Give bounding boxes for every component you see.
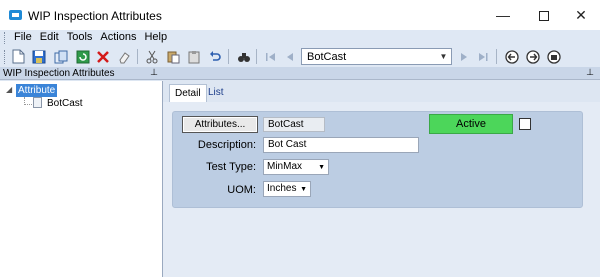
test-type-select[interactable]: MinMax ▼	[263, 159, 329, 175]
uom-select[interactable]: Inches ▼	[263, 181, 311, 197]
menu-edit[interactable]: Edit	[39, 31, 60, 43]
pin-icon[interactable]: ⊥	[586, 67, 594, 78]
last-record-icon[interactable]	[474, 48, 491, 65]
close-button[interactable]: ✕	[567, 5, 595, 25]
copy-icon[interactable]	[52, 48, 69, 65]
chevron-down-icon[interactable]: ▼	[300, 182, 307, 197]
pin-icon[interactable]: ⊥	[150, 67, 158, 78]
collapse-icon[interactable]: ◢	[6, 85, 12, 94]
status-badge: Active	[429, 114, 513, 134]
title-bar: WIP Inspection Attributes — ✕	[0, 0, 600, 30]
toolbar: BotCast ▼	[0, 46, 600, 67]
document-icon	[33, 97, 42, 108]
menu-actions[interactable]: Actions	[99, 31, 137, 43]
menu-grip[interactable]	[4, 32, 7, 44]
prev-record-icon[interactable]	[281, 48, 298, 65]
tree-root-attribute[interactable]: Attribute	[16, 84, 58, 97]
menu-bar: File Edit Tools Actions Help	[0, 30, 600, 46]
delete-icon[interactable]	[94, 48, 111, 65]
attributes-button[interactable]: Attributes...	[182, 116, 258, 133]
toolbar-grip[interactable]	[4, 50, 7, 64]
next-record-icon[interactable]	[455, 48, 472, 65]
paste-icon[interactable]	[164, 48, 181, 65]
app-icon	[9, 10, 22, 20]
clipboard-icon[interactable]	[185, 48, 202, 65]
save-icon[interactable]	[30, 48, 47, 65]
active-checkbox[interactable]	[519, 118, 531, 130]
minimize-button[interactable]: —	[489, 5, 517, 25]
left-pane-title: WIP Inspection Attributes	[3, 68, 115, 79]
refresh-icon[interactable]	[74, 48, 91, 65]
tree-item-botcast[interactable]: BotCast	[47, 98, 83, 109]
record-combo[interactable]: BotCast ▼	[301, 48, 452, 65]
home-icon[interactable]	[545, 48, 562, 65]
maximize-icon	[539, 11, 549, 22]
left-pane-header: WIP Inspection Attributes ⊥	[0, 67, 163, 80]
undo-icon[interactable]	[206, 48, 223, 65]
description-label: Description:	[197, 139, 256, 151]
new-icon[interactable]	[10, 48, 27, 65]
right-pane-header: ⊥	[163, 67, 600, 80]
tab-detail[interactable]: Detail	[169, 84, 207, 102]
attribute-tree: ◢ Attribute BotCast	[0, 81, 163, 277]
forward-icon[interactable]	[524, 48, 541, 65]
back-icon[interactable]	[503, 48, 520, 65]
chevron-down-icon[interactable]: ▼	[318, 160, 325, 175]
chevron-down-icon[interactable]: ▼	[437, 50, 450, 63]
cut-icon[interactable]	[143, 48, 160, 65]
menu-file[interactable]: File	[13, 31, 33, 43]
tab-list[interactable]: List	[203, 84, 229, 102]
description-field[interactable]: Bot Cast	[263, 137, 419, 153]
menu-tools[interactable]: Tools	[66, 31, 94, 43]
eraser-icon[interactable]	[115, 48, 132, 65]
binoculars-icon[interactable]	[235, 48, 252, 65]
menu-help[interactable]: Help	[143, 31, 168, 43]
uom-label: UOM:	[227, 184, 256, 196]
maximize-button[interactable]	[530, 5, 558, 25]
test-type-label: Test Type:	[206, 161, 256, 173]
uom-value: Inches	[267, 183, 297, 194]
test-type-value: MinMax	[267, 161, 303, 172]
tab-strip: Detail List	[163, 81, 600, 102]
window-title: WIP Inspection Attributes	[28, 9, 162, 23]
first-record-icon[interactable]	[262, 48, 279, 65]
record-combo-value: BotCast	[307, 51, 347, 63]
attribute-value-field: BotCast	[263, 117, 325, 132]
